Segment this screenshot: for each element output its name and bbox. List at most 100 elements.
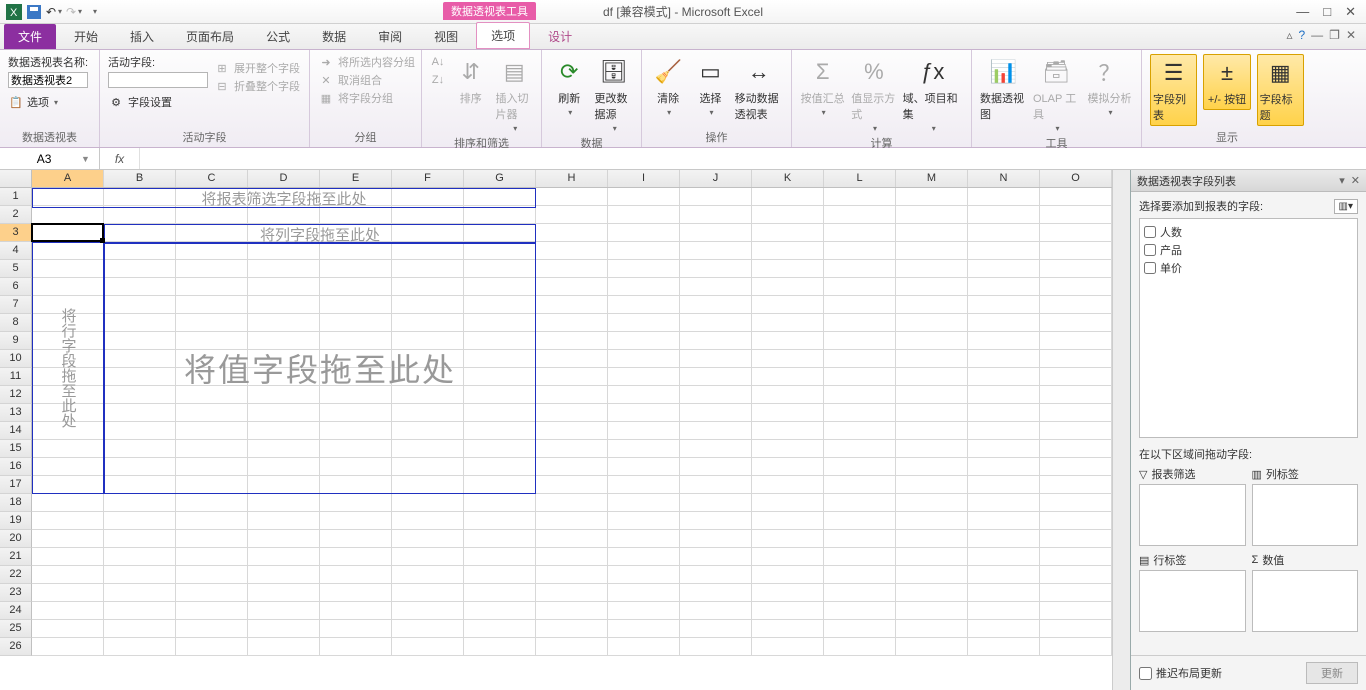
pivottable-name-input[interactable] (8, 72, 88, 88)
row-header[interactable]: 12 (0, 386, 32, 404)
pane-dropdown-icon[interactable]: ▾ (1339, 174, 1345, 187)
cell[interactable] (248, 494, 320, 511)
tab-design[interactable]: 设计 (534, 24, 586, 49)
cell[interactable] (608, 224, 680, 241)
defer-layout-checkbox[interactable]: 推迟布局更新 (1139, 665, 1222, 681)
cell[interactable] (1040, 548, 1112, 565)
cell[interactable] (392, 206, 464, 223)
cell[interactable] (1040, 350, 1112, 367)
cell[interactable] (464, 638, 536, 655)
column-header[interactable]: O (1040, 170, 1112, 187)
cell[interactable] (752, 620, 824, 637)
cell[interactable] (176, 440, 248, 457)
cell[interactable] (104, 440, 176, 457)
cell[interactable] (320, 242, 392, 259)
cell[interactable] (896, 188, 968, 205)
cell[interactable] (968, 404, 1040, 421)
cell[interactable] (608, 188, 680, 205)
cell[interactable] (176, 404, 248, 421)
cell[interactable] (896, 458, 968, 475)
cell[interactable] (32, 206, 104, 223)
column-header[interactable]: C (176, 170, 248, 187)
tab-page-layout[interactable]: 页面布局 (172, 24, 248, 49)
row-header[interactable]: 4 (0, 242, 32, 260)
filter-dropzone[interactable] (1139, 484, 1246, 546)
cell[interactable] (248, 278, 320, 295)
cell[interactable] (968, 584, 1040, 601)
refresh-button[interactable]: ⟳刷新▾ (550, 54, 589, 117)
cell[interactable] (680, 566, 752, 583)
cell[interactable] (608, 278, 680, 295)
cell[interactable] (464, 242, 536, 259)
cell[interactable] (320, 296, 392, 313)
cell[interactable] (680, 314, 752, 331)
cell[interactable] (176, 494, 248, 511)
cell[interactable] (536, 458, 608, 475)
cell[interactable] (896, 422, 968, 439)
cell[interactable] (104, 314, 176, 331)
tab-review[interactable]: 审阅 (364, 24, 416, 49)
cell[interactable] (464, 260, 536, 277)
cell[interactable] (32, 530, 104, 547)
cell[interactable] (248, 638, 320, 655)
cell[interactable] (824, 602, 896, 619)
cell[interactable] (1040, 386, 1112, 403)
cell[interactable] (464, 206, 536, 223)
cell[interactable] (896, 566, 968, 583)
cell[interactable] (536, 296, 608, 313)
cells-grid[interactable]: 将报表筛选字段拖至此处 将列字段拖至此处 将行字段拖至此处 将值字段拖至此处 (32, 188, 1112, 656)
cell[interactable] (608, 566, 680, 583)
cell[interactable] (248, 422, 320, 439)
row-header[interactable]: 19 (0, 512, 32, 530)
cell[interactable] (32, 332, 104, 349)
cell[interactable] (464, 602, 536, 619)
cell[interactable] (320, 278, 392, 295)
cell[interactable] (464, 584, 536, 601)
cell[interactable] (320, 566, 392, 583)
cell[interactable] (464, 332, 536, 349)
cell[interactable] (176, 530, 248, 547)
column-header[interactable]: G (464, 170, 536, 187)
cell[interactable] (176, 476, 248, 493)
vertical-scrollbar[interactable] (1112, 170, 1130, 690)
cell[interactable] (248, 476, 320, 493)
cell[interactable] (464, 440, 536, 457)
cell[interactable] (896, 440, 968, 457)
cell[interactable] (752, 548, 824, 565)
values-dropzone[interactable] (1252, 570, 1359, 632)
cell[interactable] (536, 350, 608, 367)
cell[interactable] (536, 224, 608, 241)
cell[interactable] (752, 530, 824, 547)
cell[interactable] (896, 584, 968, 601)
cell[interactable] (464, 566, 536, 583)
cell[interactable] (968, 458, 1040, 475)
name-box[interactable]: ▼ (0, 148, 100, 169)
cell[interactable] (896, 224, 968, 241)
cell[interactable] (1040, 440, 1112, 457)
cell[interactable] (752, 422, 824, 439)
cell[interactable] (536, 512, 608, 529)
cell[interactable] (104, 494, 176, 511)
row-header[interactable]: 2 (0, 206, 32, 224)
cell[interactable] (968, 638, 1040, 655)
cell[interactable] (464, 224, 536, 241)
column-header[interactable]: E (320, 170, 392, 187)
cell[interactable] (824, 242, 896, 259)
tab-insert[interactable]: 插入 (116, 24, 168, 49)
cell[interactable] (464, 494, 536, 511)
cell[interactable] (392, 188, 464, 205)
cell[interactable] (176, 332, 248, 349)
cell[interactable] (176, 314, 248, 331)
cell[interactable] (968, 350, 1040, 367)
cell[interactable] (968, 476, 1040, 493)
cell[interactable] (752, 602, 824, 619)
cell[interactable] (968, 440, 1040, 457)
pivottable-options-button[interactable]: 📋选项▾ (8, 94, 58, 110)
cell[interactable] (104, 602, 176, 619)
cell[interactable] (896, 368, 968, 385)
cell[interactable] (896, 638, 968, 655)
undo-icon[interactable]: ↶▾ (46, 4, 62, 20)
row-header[interactable]: 26 (0, 638, 32, 656)
row-header[interactable]: 18 (0, 494, 32, 512)
field-checkbox[interactable] (1144, 262, 1156, 274)
